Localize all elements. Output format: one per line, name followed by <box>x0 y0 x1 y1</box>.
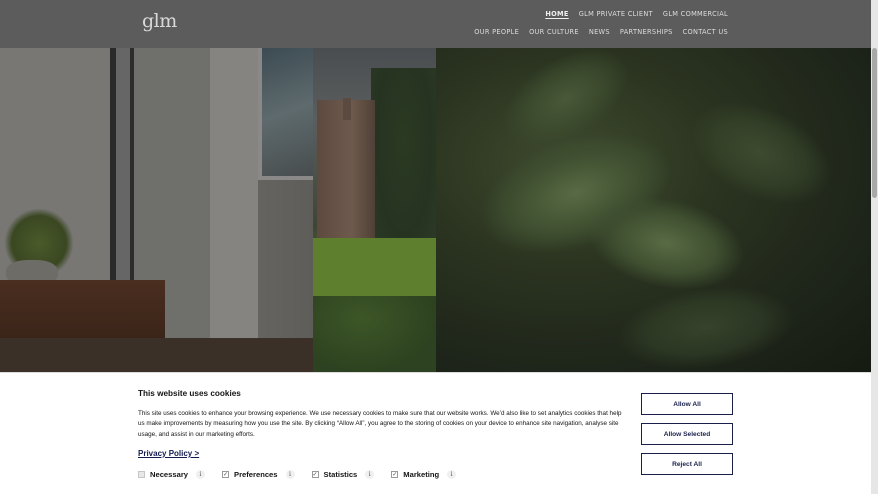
nav-partnerships[interactable]: PARTNERSHIPS <box>620 28 673 37</box>
statistics-checkbox[interactable]: ✓ <box>311 471 319 478</box>
nav-glm-commercial[interactable]: GLM COMMERCIAL <box>663 10 728 19</box>
category-statistics: ✓ Statistics i <box>311 470 375 479</box>
nav-our-people[interactable]: OUR PEOPLE <box>474 28 519 37</box>
cookie-banner-description: This site uses cookies to enhance your b… <box>138 410 622 438</box>
marketing-label: Marketing <box>403 470 440 479</box>
nav-our-culture[interactable]: OUR CULTURE <box>529 28 579 37</box>
statistics-label: Statistics <box>323 470 358 479</box>
allow-selected-button[interactable]: Allow Selected <box>641 423 733 445</box>
cookie-categories: Necessary i ✓ Preferences i ✓ Statistics… <box>138 470 473 479</box>
scrollbar-thumb[interactable] <box>872 48 877 198</box>
necessary-checkbox[interactable] <box>138 471 145 478</box>
cookie-banner-title: This website uses cookies <box>138 389 241 398</box>
cookie-banner: This website uses cookies This site uses… <box>0 372 871 494</box>
info-icon[interactable]: i <box>285 470 295 479</box>
secondary-nav: OUR PEOPLE OUR CULTURE NEWS PARTNERSHIPS… <box>474 28 728 37</box>
primary-nav: HOME GLM PRIVATE CLIENT GLM COMMERCIAL <box>545 10 728 19</box>
privacy-policy-link[interactable]: Privacy Policy > <box>138 449 199 458</box>
necessary-label: Necessary <box>150 470 189 479</box>
nav-glm-private-client[interactable]: GLM PRIVATE CLIENT <box>579 10 653 19</box>
glm-logo[interactable]: glm <box>142 10 177 32</box>
hero-banner <box>0 48 871 372</box>
info-icon[interactable]: i <box>196 470 206 479</box>
nav-news[interactable]: NEWS <box>589 28 610 37</box>
info-icon[interactable]: i <box>447 470 457 479</box>
hero-image-castle <box>313 48 436 372</box>
category-preferences: ✓ Preferences i <box>222 470 295 479</box>
page-scrollbar[interactable] <box>871 0 878 494</box>
nav-home[interactable]: HOME <box>545 10 568 19</box>
nav-contact-us[interactable]: CONTACT US <box>683 28 728 37</box>
allow-all-button[interactable]: Allow All <box>641 393 733 415</box>
category-marketing: ✓ Marketing i <box>391 470 457 479</box>
info-icon[interactable]: i <box>365 470 375 479</box>
marketing-checkbox[interactable]: ✓ <box>391 471 399 478</box>
hero-image-interior <box>0 48 313 372</box>
hero-image-fern <box>436 48 871 372</box>
preferences-checkbox[interactable]: ✓ <box>222 471 230 478</box>
site-header: glm HOME GLM PRIVATE CLIENT GLM COMMERCI… <box>0 0 871 48</box>
category-necessary: Necessary i <box>138 470 206 479</box>
reject-all-button[interactable]: Reject All <box>641 453 733 475</box>
preferences-label: Preferences <box>234 470 278 479</box>
